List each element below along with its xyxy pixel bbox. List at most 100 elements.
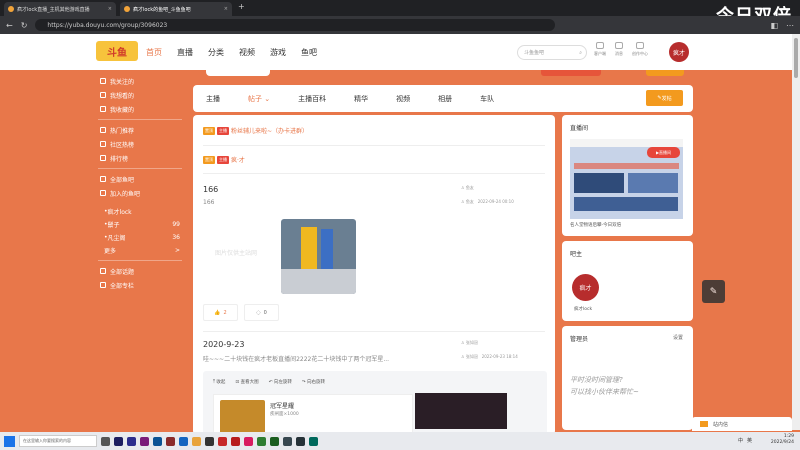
menu-icon[interactable]: ⋯ [786, 21, 794, 30]
app-icon[interactable] [114, 436, 123, 446]
tab-posts[interactable]: 帖子 ⌄ [248, 94, 270, 104]
app-icon[interactable] [205, 436, 214, 446]
nav-live[interactable]: 直播 [177, 47, 193, 58]
extension-icon[interactable]: ◧ [770, 21, 778, 30]
sidebar-item-hot[interactable]: 热门推荐 [90, 123, 190, 137]
reload-icon[interactable]: ↻ [21, 21, 28, 30]
sidebar-item-columns[interactable]: 全部专栏 [90, 278, 190, 292]
app-icon[interactable] [283, 436, 292, 446]
nav-category[interactable]: 分类 [208, 47, 224, 58]
message-icon[interactable]: 消息 [615, 42, 623, 57]
strip-card [206, 70, 270, 76]
image-viewer: ⤒ 收起 ⊡ 查看大图 ↶ 向左旋转 ↷ 向右旋转 冠军星耀 疾闸面×1000 [203, 371, 547, 435]
like-button[interactable]: 👍 2 [203, 304, 238, 321]
rotate-left-button[interactable]: ↶ 向左旋转 [269, 379, 292, 385]
nav-game[interactable]: 游戏 [270, 47, 286, 58]
sidebar-sub-item[interactable]: • 疯才lock [90, 205, 190, 218]
sidebar-item-want[interactable]: 我想看的 [90, 88, 190, 102]
chart-icon [100, 141, 106, 147]
sidebar-item-favorites[interactable]: 我收藏的 [90, 102, 190, 116]
fire-icon [100, 127, 106, 133]
message-box[interactable]: 站内信 [692, 417, 792, 431]
page-scrollbar[interactable] [792, 34, 800, 430]
tab-anchor[interactable]: 主播 [206, 94, 220, 104]
close-icon[interactable]: × [224, 6, 228, 12]
browser-tab[interactable]: 疯才lock直播_主机其他游戏直播 × [4, 2, 116, 16]
post-body: 166 [203, 199, 215, 206]
app-icon[interactable] [257, 436, 266, 446]
app-icon[interactable] [218, 436, 227, 446]
app-icon[interactable] [231, 436, 240, 446]
app-icon[interactable] [270, 436, 279, 446]
tab-video[interactable]: 视频 [396, 94, 410, 104]
client-icon[interactable]: 客户端 [594, 42, 606, 57]
sidebar-more[interactable]: 更多 > [90, 244, 190, 257]
post-author[interactable]: ♙ 鱼友 [461, 185, 474, 191]
image-watermark: 图片仅供主站网 [215, 250, 258, 257]
live-caption[interactable]: 名人堂物语后攀-今日双倍 [570, 222, 621, 228]
group-tabs: 主播 帖子 ⌄ 主播百科 精华 视频 相册 车队 ✎ 发帖 [193, 85, 693, 112]
browser-tab-active[interactable]: 疯才lock的鱼吧_斗鱼鱼吧 × [120, 2, 232, 16]
app-icon[interactable] [244, 436, 253, 446]
sidebar-item-topics[interactable]: 全部话题 [90, 264, 190, 278]
app-icon[interactable] [153, 436, 162, 446]
back-icon[interactable]: ← [6, 21, 13, 30]
edit-icon[interactable]: ✎ [702, 280, 725, 303]
close-icon[interactable]: × [108, 6, 112, 12]
sidebar-sub-item[interactable]: • 凡尘阁 36 [90, 231, 190, 244]
taskview-icon[interactable] [101, 436, 110, 446]
owner-avatar[interactable]: 疯才 [572, 274, 599, 301]
post-title[interactable]: 166 [203, 185, 218, 194]
left-sidebar: 我关注的 我想看的 我收藏的 热门推荐 社区热榜 排行榜 全部鱼吧 加入的鱼吧 … [90, 70, 190, 292]
creator-icon[interactable]: 创作中心 [632, 42, 648, 57]
strip-orange-button[interactable] [646, 70, 684, 76]
sidebar-item-rank[interactable]: 排行榜 [90, 151, 190, 165]
strip-red-button[interactable] [541, 70, 601, 76]
post-button[interactable]: ✎ 发帖 [646, 90, 683, 106]
nav-yuba[interactable]: 鱼吧 [301, 47, 317, 58]
lang-indicator[interactable]: 英 [747, 437, 752, 444]
comment-button[interactable]: ◌ 0 [244, 304, 279, 321]
search-input[interactable]: 斗鱼鱼吧 ⌕ [517, 45, 587, 60]
address-input[interactable]: https://yuba.douyu.com/group/3096023 [35, 19, 556, 31]
view-large-button[interactable]: ⊡ 查看大图 [235, 379, 258, 385]
avatar[interactable]: 疯才 [669, 42, 689, 62]
new-tab-icon[interactable]: + [238, 2, 245, 16]
tab-essence[interactable]: 精华 [354, 94, 368, 104]
tab-album[interactable]: 相册 [438, 94, 452, 104]
taskbar-search[interactable]: 在这里输入你要搜索的内容 [19, 435, 97, 447]
post-title[interactable]: 2020-9-23 [203, 340, 244, 349]
search-icon[interactable]: ⌕ [579, 50, 582, 56]
app-icon[interactable] [309, 436, 318, 446]
sidebar-item-community[interactable]: 社区热榜 [90, 137, 190, 151]
app-icon[interactable] [140, 436, 149, 446]
ime-indicator[interactable]: 中 [738, 437, 743, 444]
chrome-icon[interactable] [192, 436, 201, 446]
admin-settings-link[interactable]: 设置 [673, 334, 683, 341]
app-icon[interactable] [127, 436, 136, 446]
sidebar-item-all-yuba[interactable]: 全部鱼吧 [90, 172, 190, 186]
sidebar-item-joined[interactable]: 加入的鱼吧 [90, 186, 190, 200]
tab-wiki[interactable]: 主播百科 [298, 94, 326, 104]
panel-title: 管理员 [570, 336, 589, 343]
post-author[interactable]: ♙ 张如冠 [461, 340, 478, 346]
app-icon[interactable] [166, 436, 175, 446]
nav-video[interactable]: 视频 [239, 47, 255, 58]
taskbar-clock[interactable]: 1:29 2022/9/24 [771, 434, 794, 446]
post-image[interactable] [281, 219, 356, 294]
owner-name[interactable]: 疯才lock [574, 306, 592, 312]
sidebar-sub-item[interactable]: • 鬃子 99 [90, 218, 190, 231]
steam-icon[interactable] [296, 436, 305, 446]
live-thumbnail[interactable]: ▶ 直播间 [570, 139, 683, 219]
windows-start-icon[interactable] [4, 435, 15, 447]
nav-home[interactable]: 首页 [146, 47, 162, 58]
sidebar-item-following[interactable]: 我关注的 [90, 74, 190, 88]
collapse-button[interactable]: ⤒ 收起 [213, 379, 225, 385]
enter-live-button[interactable]: ▶ 直播间 [647, 147, 680, 158]
pinned-post[interactable]: 置顶 主播 粉丝辅儿来啦~（办卡进群） [203, 126, 308, 135]
app-icon[interactable] [179, 436, 188, 446]
pinned-post[interactable]: 置顶 主播 疯·才 [203, 155, 245, 164]
site-logo[interactable]: 斗鱼 [96, 41, 138, 61]
tab-team[interactable]: 车队 [480, 94, 494, 104]
rotate-right-button[interactable]: ↷ 向右旋转 [302, 379, 325, 385]
